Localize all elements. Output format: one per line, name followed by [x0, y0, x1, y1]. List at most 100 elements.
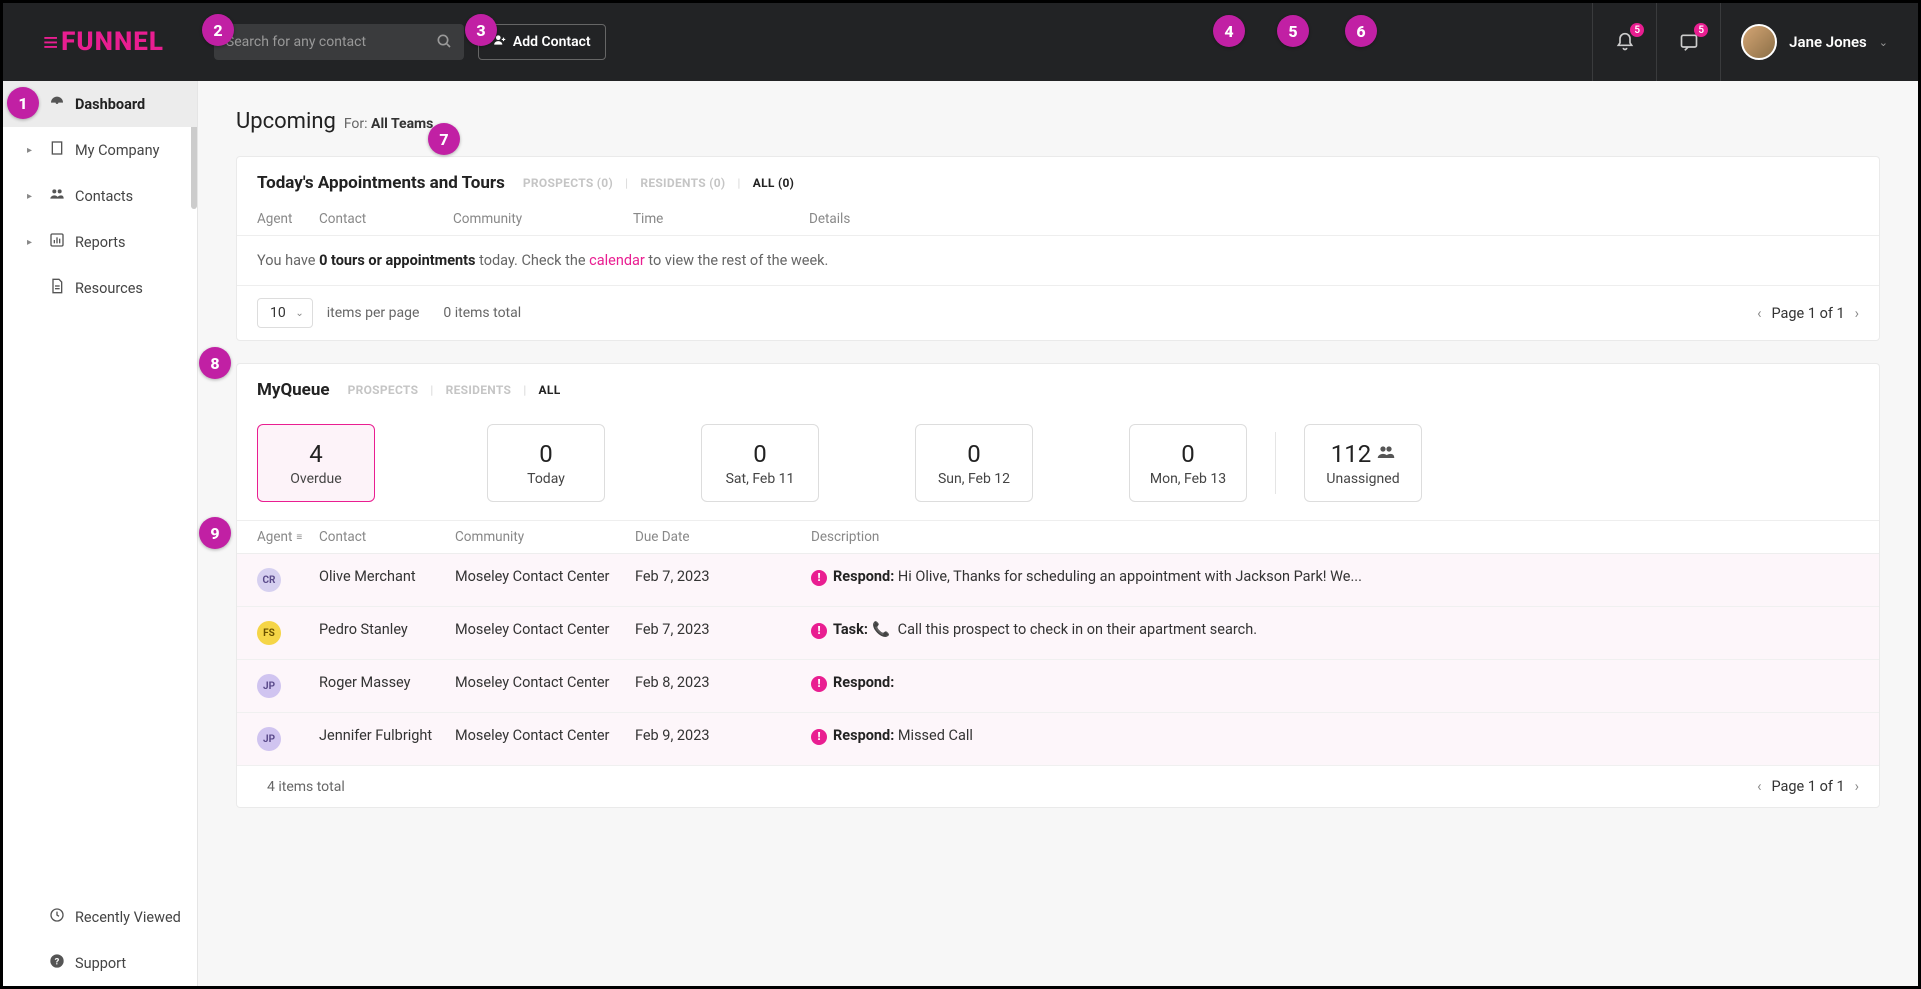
- desc-text: Call this prospect to check in on their …: [894, 621, 1257, 638]
- tab-prospects[interactable]: PROSPECTS: [348, 383, 419, 397]
- queue-card-today[interactable]: 0 Today: [487, 424, 605, 502]
- table-row[interactable]: JPJennifer FulbrightMoseley Contact Cent…: [237, 713, 1879, 766]
- alert-icon: !: [811, 570, 827, 586]
- queue-card-unassigned[interactable]: 112 Unassigned: [1304, 424, 1422, 502]
- search-input[interactable]: [214, 24, 464, 60]
- table-row[interactable]: JPRoger MasseyMoseley Contact CenterFeb …: [237, 660, 1879, 713]
- per-page-label: items per page: [327, 305, 420, 321]
- empty-bold: 0 tours or appointments: [319, 252, 475, 269]
- for-label: For:: [344, 116, 368, 132]
- annotation-bubble-3: 3: [465, 14, 497, 46]
- desc-kind: Task:: [833, 621, 868, 638]
- notifications-chat[interactable]: 5: [1656, 3, 1720, 81]
- avatar: [1741, 24, 1777, 60]
- cell-community: Moseley Contact Center: [455, 727, 635, 744]
- sidebar-item-contacts[interactable]: ▸ Contacts: [3, 173, 197, 219]
- queue-tabs: PROSPECTS | RESIDENTS | ALL: [348, 383, 561, 397]
- divider: |: [523, 383, 526, 397]
- pager-right: ‹ Page 1 of 1 ›: [1757, 305, 1859, 322]
- queue-card-sun[interactable]: 0 Sun, Feb 12: [915, 424, 1033, 502]
- annotation-bubble-8: 8: [199, 347, 231, 379]
- sidebar-item-label: Reports: [75, 234, 126, 251]
- col-agent[interactable]: Agent ≡: [257, 529, 319, 545]
- queue-card-cap: Unassigned: [1326, 471, 1399, 487]
- queue-card-cap: Sat, Feb 11: [726, 471, 795, 487]
- cell-community: Moseley Contact Center: [455, 568, 635, 585]
- desc-text: Missed Call: [894, 727, 973, 744]
- sidebar-item-resources[interactable]: Resources: [3, 265, 197, 311]
- table-row[interactable]: CROlive MerchantMoseley Contact CenterFe…: [237, 554, 1879, 607]
- calendar-link[interactable]: calendar: [589, 252, 645, 269]
- caret-icon: ▸: [27, 237, 32, 248]
- pager-next-icon[interactable]: ›: [1855, 778, 1859, 795]
- col-contact: Contact: [319, 529, 455, 545]
- dashboard-icon: [49, 94, 65, 114]
- page-text: Page 1 of 1: [1771, 305, 1844, 322]
- card-separator: [1275, 432, 1276, 494]
- logo-text: FUNNEL: [61, 27, 164, 57]
- sidebar-item-label: Support: [75, 955, 126, 972]
- tab-residents[interactable]: RESIDENTS (0): [640, 176, 725, 190]
- annotation-bubble-4: 4: [1213, 15, 1245, 47]
- queue-card-overdue[interactable]: 4 Overdue: [257, 424, 375, 502]
- empty-mid: today. Check the: [476, 252, 590, 269]
- items-total: 4 items total: [267, 779, 345, 795]
- sidebar-item-label: Dashboard: [75, 96, 145, 113]
- queue-columns: Agent ≡ Contact Community Due Date Descr…: [237, 520, 1879, 554]
- queue-card-num-wrap: 112: [1331, 440, 1395, 468]
- svg-text:?: ?: [55, 956, 60, 967]
- for-value: All Teams: [371, 116, 433, 132]
- cell-agent: CR: [257, 568, 319, 592]
- notifications-bell[interactable]: 5: [1592, 3, 1656, 81]
- cell-agent: JP: [257, 674, 319, 698]
- add-contact-button[interactable]: Add Contact: [478, 24, 606, 60]
- chevron-down-icon: ⌄: [295, 308, 303, 319]
- queue-card-cap: Sun, Feb 12: [938, 471, 1010, 487]
- alert-icon: !: [811, 729, 827, 745]
- pager-prev-icon[interactable]: ‹: [1757, 778, 1761, 795]
- queue-card: MyQueue PROSPECTS | RESIDENTS | ALL 4 Ov…: [236, 363, 1880, 808]
- sidebar-item-label: Resources: [75, 280, 143, 297]
- search-icon[interactable]: [436, 33, 452, 53]
- search-wrap: [214, 24, 464, 60]
- cell-community: Moseley Contact Center: [455, 674, 635, 691]
- annotation-bubble-9: 9: [199, 517, 231, 549]
- sidebar-item-recently-viewed[interactable]: Recently Viewed: [3, 894, 197, 940]
- appointments-pager: 10 ⌄ items per page 0 items total ‹ Page…: [237, 286, 1879, 340]
- per-page-select[interactable]: 10 ⌄: [257, 298, 313, 328]
- bell-badge: 5: [1630, 23, 1644, 37]
- cell-description: !Respond: Missed Call: [811, 727, 1859, 745]
- sidebar-item-label: My Company: [75, 142, 159, 159]
- sidebar-item-my-company[interactable]: ▸ My Company: [3, 127, 197, 173]
- tab-all[interactable]: ALL (0): [753, 176, 794, 190]
- queue-card-sat[interactable]: 0 Sat, Feb 11: [701, 424, 819, 502]
- tab-prospects[interactable]: PROSPECTS (0): [523, 176, 613, 190]
- queue-card-mon[interactable]: 0 Mon, Feb 13: [1129, 424, 1247, 502]
- pager-next-icon[interactable]: ›: [1855, 305, 1859, 322]
- logo-glyph: ≡: [43, 27, 59, 58]
- pager-prev-icon[interactable]: ‹: [1757, 305, 1761, 322]
- tab-residents[interactable]: RESIDENTS: [446, 383, 512, 397]
- table-row[interactable]: FSPedro StanleyMoseley Contact CenterFeb…: [237, 607, 1879, 660]
- sort-icon: ≡: [296, 532, 302, 543]
- cell-due: Feb 7, 2023: [635, 621, 811, 638]
- building-icon: [49, 140, 65, 160]
- user-name: Jane Jones: [1789, 33, 1867, 51]
- queue-card-num: 0: [967, 440, 981, 468]
- col-contact: Contact: [319, 211, 453, 227]
- user-menu[interactable]: Jane Jones ⌄: [1720, 3, 1918, 81]
- empty-prefix: You have: [257, 252, 319, 269]
- add-contact-label: Add Contact: [513, 34, 591, 50]
- topbar: ≡ FUNNEL Add Contact 5 5 Jane Jones ⌄: [3, 3, 1918, 81]
- sidebar-item-reports[interactable]: ▸ Reports: [3, 219, 197, 265]
- logo[interactable]: ≡ FUNNEL: [43, 27, 164, 58]
- document-icon: [49, 278, 65, 298]
- appointments-card: Today's Appointments and Tours PROSPECTS…: [236, 156, 1880, 341]
- people-icon: [49, 186, 65, 206]
- cell-contact: Pedro Stanley: [319, 621, 455, 638]
- phone-icon: 📞: [872, 621, 890, 638]
- col-community: Community: [455, 529, 635, 545]
- cell-due: Feb 7, 2023: [635, 568, 811, 585]
- sidebar-item-support[interactable]: ? Support: [3, 940, 197, 986]
- tab-all[interactable]: ALL: [539, 383, 561, 397]
